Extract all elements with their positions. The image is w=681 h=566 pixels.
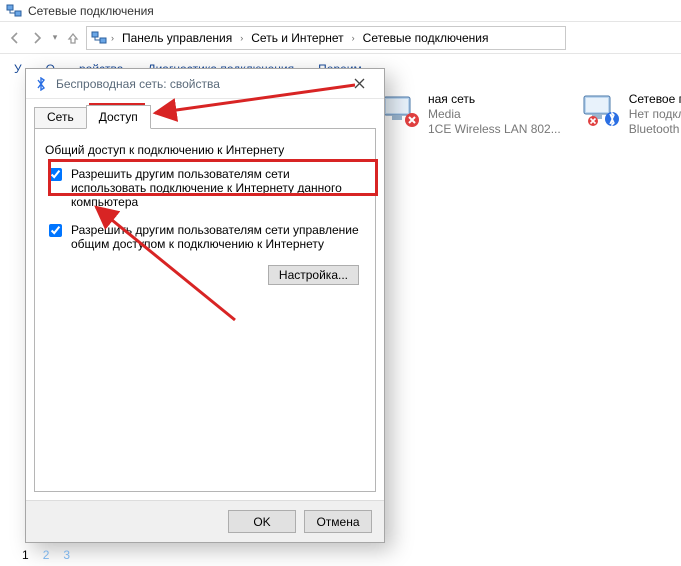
toolbar-organize[interactable]: У xyxy=(14,62,22,76)
device-item[interactable]: ная сеть Media 1CE Wireless LAN 802... xyxy=(380,92,561,137)
tab-sharing[interactable]: Доступ xyxy=(86,105,151,129)
pager-item[interactable]: 2 xyxy=(43,548,50,562)
dialog-footer: OK Отмена xyxy=(26,500,384,542)
network-connections-icon xyxy=(6,3,22,19)
pager-item[interactable]: 3 xyxy=(63,548,70,562)
pager: 1 2 3 xyxy=(22,548,70,562)
breadcrumb-item[interactable]: Панель управления xyxy=(118,29,236,47)
tab-network[interactable]: Сеть xyxy=(34,107,86,128)
nav-forward-button[interactable] xyxy=(28,29,46,47)
bluetooth-icon xyxy=(34,77,48,91)
ok-button[interactable]: OK xyxy=(228,510,296,533)
close-button[interactable] xyxy=(342,73,376,95)
device-area: ная сеть Media 1CE Wireless LAN 802... С… xyxy=(380,86,681,143)
settings-button[interactable]: Настройка... xyxy=(268,265,359,285)
chevron-right-icon: › xyxy=(109,33,116,43)
breadcrumb-item[interactable]: Сеть и Интернет xyxy=(247,29,347,47)
wifi-adapter-icon xyxy=(380,92,420,128)
device-name: Сетевое подключен xyxy=(629,92,681,107)
option-allow-sharing[interactable]: Разрешить другим пользователям сети испо… xyxy=(45,167,365,209)
device-status: Нет подключения xyxy=(629,107,681,122)
address-bar[interactable]: › Панель управления › Сеть и Интернет › … xyxy=(86,26,566,50)
tab-strip: Сеть Доступ xyxy=(34,105,376,128)
checkbox-allow-control[interactable] xyxy=(49,224,62,237)
nav-history-button[interactable]: ▾ xyxy=(50,32,60,43)
device-name: ная сеть xyxy=(428,92,561,107)
nav-up-button[interactable] xyxy=(64,29,82,47)
device-hw: Bluetooth Device (P xyxy=(629,122,681,137)
window-titlebar: Сетевые подключения xyxy=(0,0,681,22)
dialog-titlebar: Беспроводная сеть: свойства xyxy=(26,69,384,99)
cancel-button[interactable]: Отмена xyxy=(304,510,372,533)
device-status: Media xyxy=(428,107,561,122)
bluetooth-adapter-icon xyxy=(581,92,621,128)
network-connections-icon xyxy=(91,30,107,46)
chevron-right-icon: › xyxy=(350,33,357,43)
device-hw: 1CE Wireless LAN 802... xyxy=(428,122,561,137)
pager-current: 1 xyxy=(22,548,29,562)
option-label: Разрешить другим пользователям сети испо… xyxy=(71,167,365,209)
properties-dialog: Беспроводная сеть: свойства Сеть Доступ … xyxy=(25,68,385,543)
option-label: Разрешить другим пользователям сети упра… xyxy=(71,223,365,251)
checkbox-allow-sharing[interactable] xyxy=(49,168,62,181)
device-item[interactable]: Сетевое подключен Нет подключения Blueto… xyxy=(581,92,681,137)
tab-panel-sharing: Общий доступ к подключению к Интернету Р… xyxy=(34,128,376,492)
dialog-title: Беспроводная сеть: свойства xyxy=(56,77,220,91)
nav-back-button[interactable] xyxy=(6,29,24,47)
section-title: Общий доступ к подключению к Интернету xyxy=(45,143,365,157)
nav-row: ▾ › Панель управления › Сеть и Интернет … xyxy=(0,22,681,54)
option-allow-control[interactable]: Разрешить другим пользователям сети упра… xyxy=(45,223,365,251)
close-icon xyxy=(354,78,365,89)
window-title: Сетевые подключения xyxy=(28,4,154,18)
chevron-right-icon: › xyxy=(238,33,245,43)
breadcrumb-item[interactable]: Сетевые подключения xyxy=(359,29,493,47)
